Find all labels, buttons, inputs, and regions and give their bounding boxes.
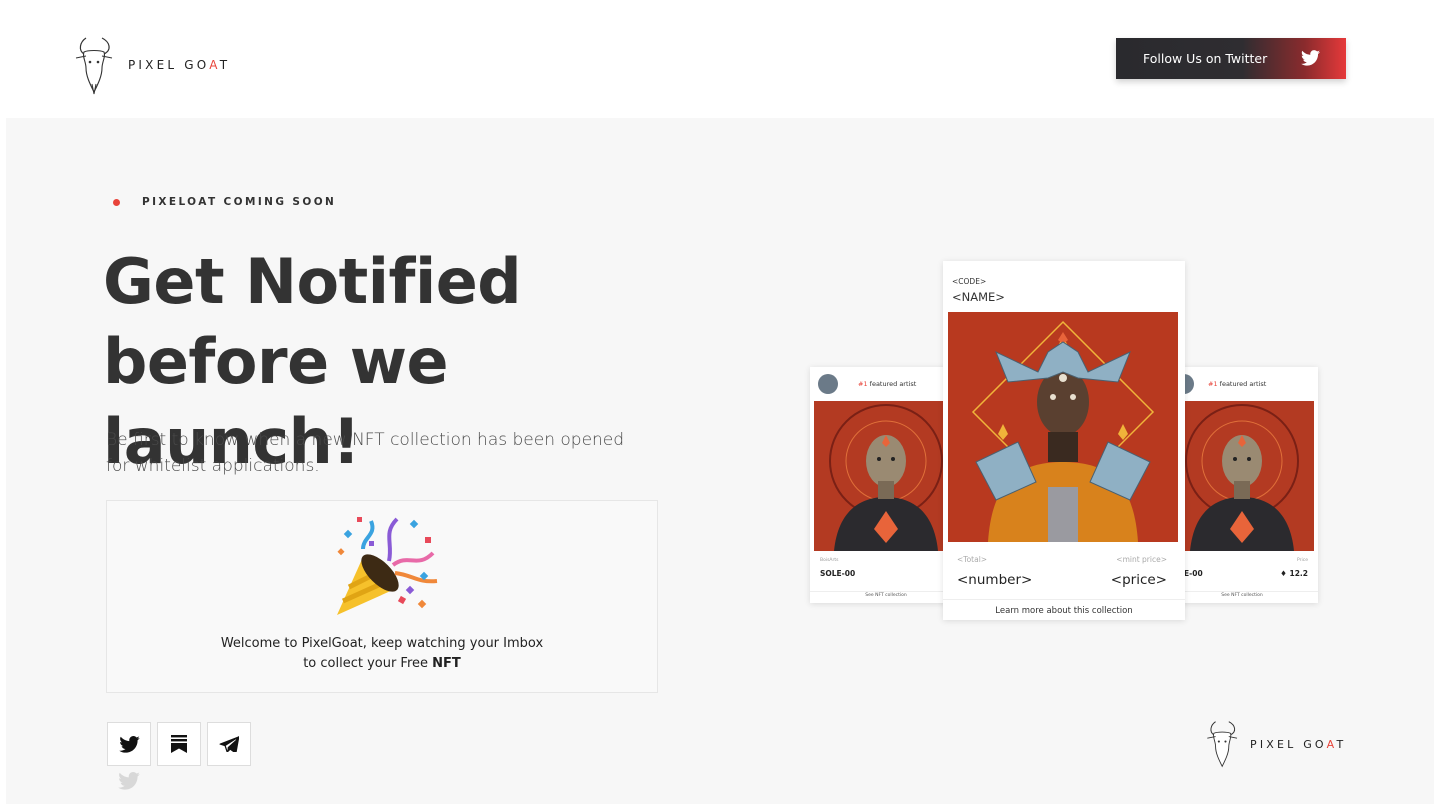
nft-artwork-image xyxy=(948,312,1178,542)
nft-name: <NAME> xyxy=(952,290,1005,304)
nft-code: SOLE-00 xyxy=(820,569,856,578)
artist-label: BoisArts xyxy=(820,558,839,563)
see-nft-collection-link[interactable]: See NFT collection xyxy=(1166,591,1318,598)
total-number: <number> xyxy=(957,572,1033,588)
nft-price: ♦ 12.2 xyxy=(1280,569,1308,578)
goat-logo-icon xyxy=(75,37,113,95)
twitter-icon xyxy=(118,772,140,790)
see-nft-collection-link[interactable]: See NFT collection xyxy=(810,591,962,598)
headline-line-1: Get Notified xyxy=(103,245,522,318)
social-links xyxy=(107,722,251,766)
follow-twitter-label: Follow Us on Twitter xyxy=(1143,51,1268,66)
nft-card-left[interactable]: #1 featured artist BoisArts SOLE-00 ♦ Se… xyxy=(810,367,962,603)
party-popper-icon xyxy=(337,517,438,615)
eyebrow-text: PIXELOAT COMING SOON xyxy=(142,196,337,208)
footer-brand-logo[interactable]: PIXEL GOAT xyxy=(1204,718,1346,770)
nft-code: <CODE> xyxy=(952,277,987,286)
featured-artist-label: #1 featured artist xyxy=(1208,380,1266,388)
goat-logo-icon xyxy=(1207,721,1238,768)
substack-icon xyxy=(171,735,187,753)
twitter-link-button[interactable] xyxy=(107,722,151,766)
featured-rank: #1 xyxy=(858,380,868,388)
featured-text: featured artist xyxy=(1217,380,1267,388)
total-label: <Total> xyxy=(957,555,988,564)
header: PIXEL GOAT Follow Us on Twitter xyxy=(0,0,1440,118)
avatar xyxy=(818,374,838,394)
featured-artist-label: #1 featured artist xyxy=(858,380,916,388)
nft-price-value: 12.2 xyxy=(1289,569,1308,578)
brand-wordmark: PIXEL GOAT xyxy=(1250,737,1347,751)
featured-text: featured artist xyxy=(867,380,917,388)
welcome-line-1: Welcome to PixelGoat, keep watching your… xyxy=(220,636,544,651)
twitter-icon xyxy=(1301,50,1320,66)
welcome-line-2-text: to collect your Free xyxy=(303,656,433,671)
learn-more-link[interactable]: Learn more about this collection xyxy=(943,599,1185,620)
price-label: Price xyxy=(1297,558,1308,563)
mint-price-value: <price> xyxy=(1110,572,1167,588)
nft-artwork-image xyxy=(1170,401,1314,551)
featured-rank: #1 xyxy=(1208,380,1218,388)
twitter-icon xyxy=(118,735,140,753)
follow-twitter-button[interactable]: Follow Us on Twitter xyxy=(1116,38,1346,79)
nft-artwork-image xyxy=(814,401,958,551)
nft-card-main[interactable]: <CODE> <NAME> <Total> <mint price> <numb… xyxy=(943,261,1185,620)
brand-wordmark: PIXEL GOAT xyxy=(128,58,231,72)
welcome-message: Welcome to PixelGoat, keep watching your… xyxy=(107,634,657,674)
nft-code: E-00 xyxy=(1184,569,1203,578)
substack-link-button[interactable] xyxy=(157,722,201,766)
welcome-nft-bold: NFT xyxy=(432,656,461,671)
telegram-icon xyxy=(219,736,239,752)
status-dot xyxy=(113,198,120,206)
mint-price-label: <mint price> xyxy=(1116,555,1167,564)
welcome-box: Welcome to PixelGoat, keep watching your… xyxy=(106,500,658,693)
welcome-line-2: to collect your Free NFT xyxy=(107,654,657,674)
hero-subtitle: Be first to know when a new NFT collecti… xyxy=(106,430,625,476)
eyebrow: PIXELOAT COMING SOON xyxy=(106,196,336,208)
brand-logo[interactable]: PIXEL GOAT xyxy=(72,34,230,96)
nft-card-right[interactable]: #1 featured artist Price E-00 ♦ 12.2 See… xyxy=(1166,367,1318,603)
telegram-link-button[interactable] xyxy=(207,722,251,766)
